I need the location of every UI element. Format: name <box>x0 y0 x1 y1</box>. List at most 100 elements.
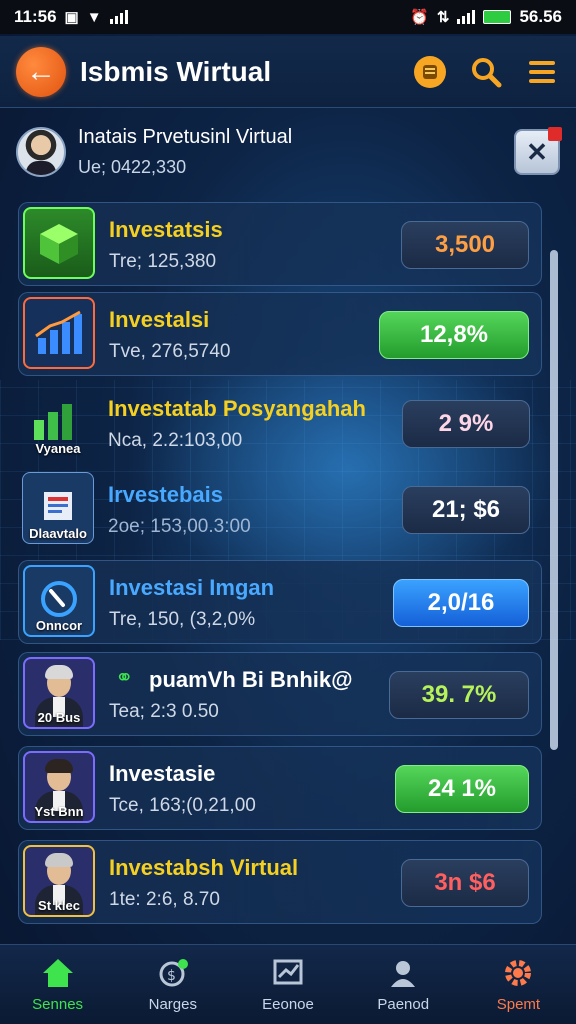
status-bar: 11:56 ▣ ▼ ⏰ ⇅ 56.56 <box>0 0 576 34</box>
list-item[interactable]: St klec Investabsh Virtual 1te: 2:6, 8.7… <box>18 840 542 924</box>
item-title: puamVh Bi Bnhik@ <box>149 667 353 692</box>
nav-item-spemt[interactable]: Spemt <box>461 945 576 1024</box>
item-value: 21; $6 <box>431 496 501 523</box>
item-value: 12,8% <box>419 321 489 348</box>
item-value-badge[interactable]: 3n $6 <box>401 859 529 907</box>
svg-text:$: $ <box>167 968 176 984</box>
item-title: Investabsh Virtual <box>109 855 299 880</box>
header-actions <box>412 54 560 90</box>
item-subtitle: Nca, 2.2:103,00 <box>108 430 243 451</box>
thumb-caption: Vyanea <box>35 441 81 456</box>
item-value: 3n $6 <box>434 869 496 896</box>
battery-icon <box>483 10 512 24</box>
item-title: Investasi Imgan <box>109 575 275 600</box>
item-value: 39. 7% <box>421 681 497 708</box>
avatar[interactable] <box>16 127 66 177</box>
back-button[interactable]: ← <box>16 46 66 97</box>
nav-label: Narges <box>148 996 197 1013</box>
item-value: 2 9% <box>438 410 494 437</box>
list-item[interactable]: Investatsis Tre; 125,380 3,500 <box>18 202 542 286</box>
scrollbar[interactable] <box>550 250 558 750</box>
profile-text: Inatais Prvetusinl Virtual Ue; 0422,330 <box>78 126 292 178</box>
nav-item-narges[interactable]: $ Narges <box>115 945 230 1024</box>
item-title: Investatab Posyangahah <box>108 396 366 421</box>
nav-item-paenod[interactable]: Paenod <box>346 945 461 1024</box>
nav-label: Sennes <box>32 996 84 1013</box>
list-item[interactable]: Vyanea Investatab Posyangahah Nca, 2.2:1… <box>18 382 542 466</box>
item-subtitle: Tre; 125,380 <box>109 251 217 272</box>
list-item[interactable]: Yst Bnn Investasie Tce, 163;(0,21,00 24 … <box>18 746 542 830</box>
menu-icon[interactable] <box>524 54 560 90</box>
nav-label: Paenod <box>377 996 430 1013</box>
item-value: 3,500 <box>434 231 496 258</box>
status-right: ⏰ ⇅ 56.56 <box>410 7 562 27</box>
person-thumbnail: 20 Bus <box>23 657 95 729</box>
person-thumbnail: St klec <box>23 845 95 917</box>
thumb-caption: Dlaavtalo <box>29 526 87 541</box>
wallet-icon[interactable] <box>412 54 448 90</box>
item-subtitle: Tce, 163;(0,21,00 <box>109 795 256 816</box>
item-title: Investatsis <box>109 217 223 242</box>
item-subtitle: 1te: 2:6, 8.70 <box>109 889 220 910</box>
status-left: 11:56 ▣ ▼ <box>14 7 128 27</box>
nav-item-home[interactable]: Sennes <box>0 945 115 1024</box>
page-title: Isbmis Wirtual <box>80 55 272 87</box>
stack-bars-icon <box>34 404 72 440</box>
doc-thumbnail: Dlaavtalo <box>22 472 94 544</box>
profile-pin-icon <box>385 956 421 990</box>
item-value: 2,0/16 <box>427 589 495 616</box>
list-item[interactable]: 20 Bus puamVh Bi Bnhik@ ⚭ Tea; 2:3 0.50 … <box>18 652 542 736</box>
list-item[interactable]: Onncor Investasi Imgan Tre, 150, (3,2,0%… <box>18 560 542 644</box>
status-time: 11:56 <box>14 7 57 26</box>
chart-board-icon <box>270 956 306 990</box>
alarm-icon: ⏰ <box>410 9 429 26</box>
profile-subtitle: Ue; 0422,330 <box>78 157 187 177</box>
item-value-badge[interactable]: 24 1% <box>395 765 529 813</box>
item-subtitle: Tve, 276,5740 <box>109 341 231 362</box>
nav-label: Spemt <box>496 996 541 1013</box>
item-subtitle: 2oe; 153,00.3:00 <box>108 516 251 537</box>
cube-icon <box>40 224 78 264</box>
item-title: Irvestebais <box>108 482 223 507</box>
arrow-left-icon: ← <box>26 54 56 88</box>
item-value-badge[interactable]: 39. 7% <box>389 671 529 719</box>
item-value-badge[interactable]: 21; $6 <box>402 486 530 534</box>
clock-icon <box>41 581 77 617</box>
search-icon[interactable] <box>468 54 504 90</box>
thumb-caption: Yst Bnn <box>34 804 84 819</box>
item-subtitle: Tea; 2:3 0.50 <box>109 701 219 722</box>
link-icon: ⚭ <box>115 665 134 690</box>
wifi-icon: ▼ <box>86 8 102 26</box>
bar-chart-icon <box>35 310 82 354</box>
close-icon: ✕ <box>526 136 548 167</box>
cube-thumbnail <box>23 207 95 279</box>
close-button[interactable]: ✕ <box>514 127 562 175</box>
document-icon <box>44 492 72 520</box>
battery-text: 56.56 <box>519 7 562 26</box>
item-value-badge[interactable]: 12,8% <box>379 311 529 359</box>
thumb-caption: 20 Bus <box>37 710 81 725</box>
item-value-badge[interactable]: 2,0/16 <box>393 579 529 627</box>
clock-thumbnail: Onncor <box>23 565 95 637</box>
bottom-nav: Sennes $ Narges Eeonoe Paenod Spemt <box>0 944 576 1024</box>
home-icon <box>40 956 76 990</box>
item-title: Investalsi <box>109 307 210 332</box>
notification-icon: ▣ <box>64 9 79 26</box>
nav-label: Eeonoe <box>262 996 314 1013</box>
list-item[interactable]: Dlaavtalo Irvestebais 2oe; 153,00.3:00 2… <box>18 468 542 552</box>
refresh-money-icon: $ <box>155 956 191 990</box>
profile-name: Inatais Prvetusinl Virtual <box>78 126 293 148</box>
thumb-caption: Onncor <box>35 618 83 633</box>
bars-thumbnail: Vyanea <box>22 386 94 458</box>
signal-icon <box>109 10 128 24</box>
gear-icon <box>500 956 536 990</box>
nav-item-eeonoe[interactable]: Eeonoe <box>230 945 345 1024</box>
item-value-badge[interactable]: 3,500 <box>401 221 529 269</box>
item-value: 24 1% <box>427 775 497 802</box>
notification-flag-icon <box>548 127 562 141</box>
list-item[interactable]: Investalsi Tve, 276,5740 12,8% <box>18 292 542 376</box>
data-icon: ⇅ <box>436 9 450 26</box>
signal-icon-2 <box>457 10 476 24</box>
app-header: ← Isbmis Wirtual <box>0 36 576 108</box>
item-value-badge[interactable]: 2 9% <box>402 400 530 448</box>
